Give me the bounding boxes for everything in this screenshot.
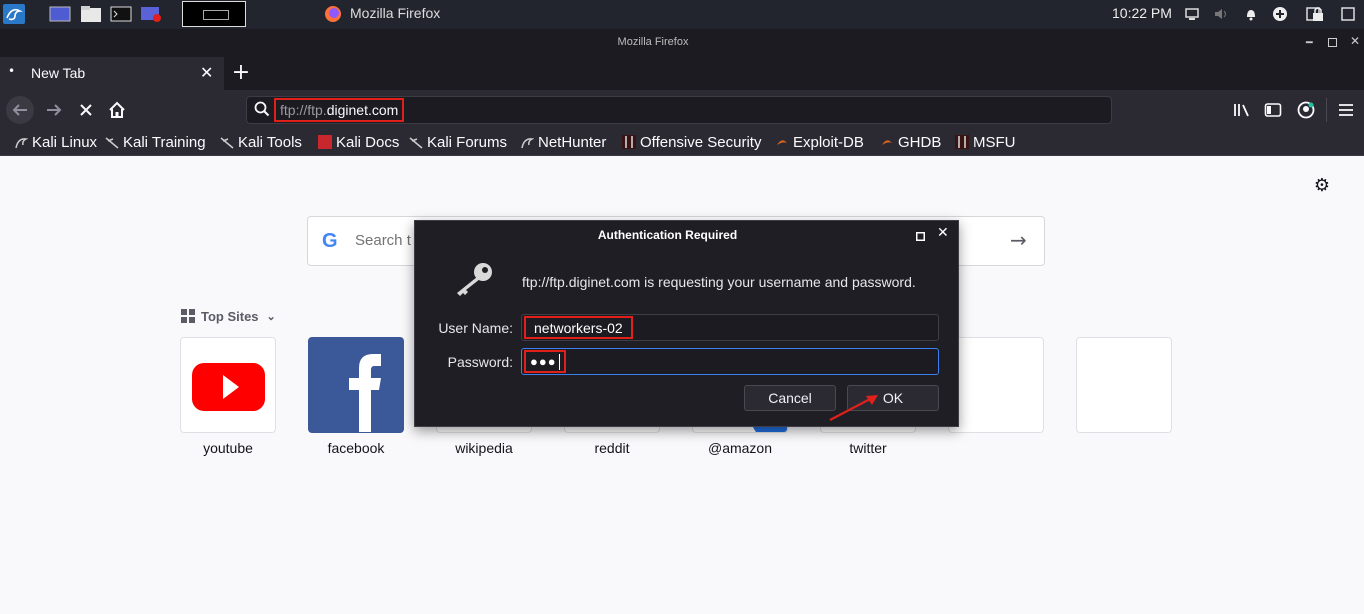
- window-titlebar: Mozilla Firefox ━ ✕: [0, 29, 1364, 57]
- top-site-tile-youtube[interactable]: [180, 337, 276, 433]
- toolbar-separator: [1326, 98, 1327, 122]
- hamburger-menu-icon[interactable]: [1332, 96, 1360, 124]
- volume-icon[interactable]: [1210, 4, 1232, 24]
- url-domain: diginet.com: [326, 102, 399, 118]
- window-title: Mozilla Firefox: [617, 36, 689, 48]
- top-site-tile-facebook[interactable]: [308, 337, 404, 433]
- bookmark-kali-forums[interactable]: Kali Forums: [409, 132, 507, 152]
- bookmark-kali-tools[interactable]: Kali Tools: [220, 132, 302, 152]
- tab-bar: • New Tab ✕ +: [0, 57, 1364, 90]
- bookmark-ghdb[interactable]: GHDB: [880, 132, 941, 152]
- taskbar-app-title[interactable]: Mozilla Firefox: [350, 5, 440, 21]
- password-label: Password:: [447, 354, 513, 370]
- top-site-label[interactable]: facebook: [296, 440, 416, 456]
- dialog-message: ftp://ftp.diginet.com is requesting your…: [522, 274, 916, 290]
- display-icon[interactable]: [1181, 4, 1203, 24]
- minimize-icon[interactable]: ━: [1306, 36, 1313, 49]
- dialog-maximize-icon[interactable]: [916, 229, 925, 241]
- url-text[interactable]: ftp://ftp. diginet.com: [274, 98, 405, 122]
- ghdb-icon: [880, 135, 894, 149]
- url-bar[interactable]: ftp://ftp. diginet.com: [246, 96, 1112, 124]
- nethunter-icon: [520, 135, 534, 149]
- home-icon[interactable]: [103, 96, 131, 124]
- top-site-tile-empty[interactable]: [1076, 337, 1172, 433]
- msfu-icon: [955, 135, 969, 149]
- grid-icon: [181, 309, 195, 323]
- search-arrow-icon[interactable]: →: [1010, 228, 1027, 252]
- annotation-arrow-icon: [829, 395, 878, 421]
- cancel-button[interactable]: Cancel: [744, 385, 836, 411]
- bookmark-nethunter[interactable]: NetHunter: [520, 132, 606, 152]
- kali-menu-icon[interactable]: [3, 4, 25, 24]
- dialog-close-icon[interactable]: ✕: [937, 225, 949, 241]
- username-value: networkers-02: [524, 316, 633, 339]
- top-site-label[interactable]: wikipedia: [424, 440, 544, 456]
- forward-arrow-icon[interactable]: [40, 96, 68, 124]
- search-placeholder: Search t: [355, 232, 411, 249]
- clock[interactable]: 10:22 PM: [1112, 5, 1172, 21]
- account-icon[interactable]: [1292, 96, 1320, 124]
- google-logo-icon: G: [322, 230, 338, 252]
- facebook-icon: [349, 354, 381, 432]
- taskbar-window-preview[interactable]: [182, 1, 246, 27]
- gear-icon[interactable]: ⚙: [1312, 176, 1332, 196]
- notifications-icon[interactable]: [1240, 4, 1262, 24]
- firefox-icon: [322, 4, 344, 24]
- kali-dragon-icon: [14, 135, 28, 149]
- url-prefix: ftp://ftp.: [280, 102, 327, 118]
- tab-new-tab[interactable]: • New Tab ✕: [0, 57, 224, 90]
- bookmark-exploit-db[interactable]: Exploit-DB: [775, 132, 864, 152]
- exploit-db-icon: [775, 135, 789, 149]
- key-icon: [451, 261, 495, 301]
- desktop-panel: Mozilla Firefox 10:22 PM: [0, 0, 1364, 29]
- top-site-label[interactable]: reddit: [552, 440, 672, 456]
- top-site-label[interactable]: twitter: [808, 440, 928, 456]
- chevron-down-icon: ⌄: [266, 310, 276, 323]
- lock-icon[interactable]: [1307, 4, 1329, 24]
- tab-loading-icon: •: [8, 64, 16, 78]
- top-site-tile-empty[interactable]: [948, 337, 1044, 433]
- bookmark-offensive-security[interactable]: Offensive Security: [622, 132, 761, 152]
- offensive-security-icon: [622, 135, 636, 149]
- close-window-icon[interactable]: ✕: [1350, 34, 1360, 48]
- library-icon[interactable]: [1228, 96, 1256, 124]
- dialog-title: Authentication Required: [597, 228, 738, 242]
- terminal-icon[interactable]: [110, 4, 132, 24]
- tab-label: New Tab: [31, 65, 86, 81]
- workspace-icon[interactable]: [49, 4, 71, 24]
- stop-icon[interactable]: [72, 96, 100, 124]
- top-site-label[interactable]: youtube: [168, 440, 288, 456]
- sidebar-icon[interactable]: [1259, 96, 1287, 124]
- maximize-icon[interactable]: [1328, 38, 1337, 47]
- kali-dragon-icon: [105, 135, 119, 149]
- kali-dragon-icon: [409, 135, 423, 149]
- bookmark-msfu[interactable]: MSFU: [955, 132, 1016, 152]
- top-sites-heading[interactable]: Top Sites ⌄: [181, 308, 276, 324]
- username-field[interactable]: networkers-02: [521, 314, 939, 341]
- back-arrow-icon[interactable]: [6, 96, 34, 124]
- search-icon: [254, 101, 270, 121]
- kali-docs-icon: [318, 135, 332, 149]
- bookmark-kali-training[interactable]: Kali Training: [105, 132, 206, 152]
- bookmark-kali-linux[interactable]: Kali Linux: [14, 132, 97, 152]
- power-icon[interactable]: [1337, 4, 1359, 24]
- navigation-toolbar: ftp://ftp. diginet.com: [0, 90, 1364, 130]
- update-icon[interactable]: [1269, 4, 1291, 24]
- password-value: ●●●: [524, 350, 566, 373]
- youtube-icon: [192, 363, 265, 411]
- bookmarks-toolbar: Kali Linux Kali Training Kali Tools Kali…: [0, 130, 1364, 156]
- top-site-label[interactable]: @amazon: [680, 440, 800, 456]
- bookmark-kali-docs[interactable]: Kali Docs: [318, 132, 399, 152]
- new-tab-icon[interactable]: +: [230, 60, 252, 86]
- close-tab-icon[interactable]: ✕: [200, 63, 213, 82]
- password-field[interactable]: ●●●: [521, 348, 939, 375]
- screen-recorder-icon[interactable]: [140, 4, 162, 24]
- kali-dragon-icon: [220, 135, 234, 149]
- file-manager-icon[interactable]: [80, 4, 102, 24]
- username-label: User Name:: [438, 320, 513, 336]
